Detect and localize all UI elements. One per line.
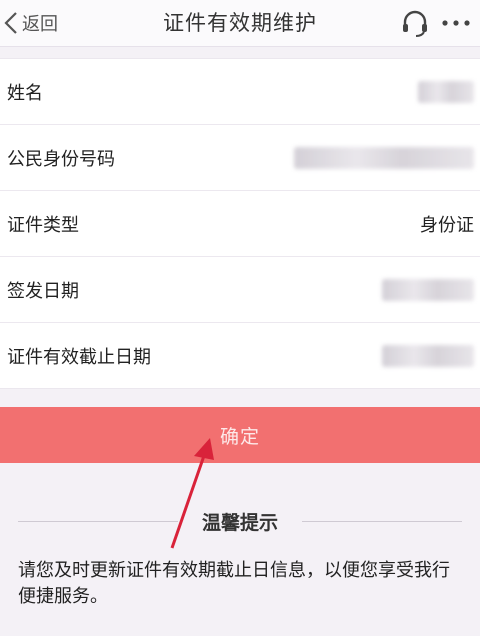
redacted-value — [382, 279, 474, 301]
expiry-date-row[interactable]: 证件有效截止日期 — [0, 323, 480, 388]
row-label: 姓名 — [7, 82, 43, 104]
redacted-value — [382, 345, 474, 367]
row-label: 签发日期 — [7, 280, 79, 302]
certificate-type-value: 身份证 — [420, 214, 474, 236]
certificate-type-row: 证件类型 身份证 — [0, 191, 480, 257]
certificate-form: 姓名 公民身份号码 证件类型 身份证 签发日期 证件有效截止日期 — [0, 58, 480, 389]
annotation-arrow-icon — [170, 438, 214, 549]
row-label: 证件有效截止日期 — [7, 346, 151, 368]
row-label: 证件类型 — [7, 214, 79, 236]
tips-text: 请您及时更新证件有效期截止日信息，以便您享受我行便捷服务。 — [18, 560, 450, 607]
id-number-row: 公民身份号码 — [0, 125, 480, 191]
name-row: 姓名 — [0, 59, 480, 125]
redacted-value — [294, 147, 474, 169]
divider — [302, 521, 462, 522]
redacted-value — [418, 81, 474, 103]
issue-date-row: 签发日期 — [0, 257, 480, 323]
confirm-button[interactable]: 确定 — [0, 407, 480, 463]
row-label: 公民身份号码 — [7, 148, 115, 170]
tips-header: 温馨提示 — [18, 508, 462, 536]
top-bar: 返回 证件有效期维护 — [0, 0, 480, 47]
headset-icon[interactable] — [400, 8, 430, 38]
more-icon[interactable] — [438, 10, 474, 36]
